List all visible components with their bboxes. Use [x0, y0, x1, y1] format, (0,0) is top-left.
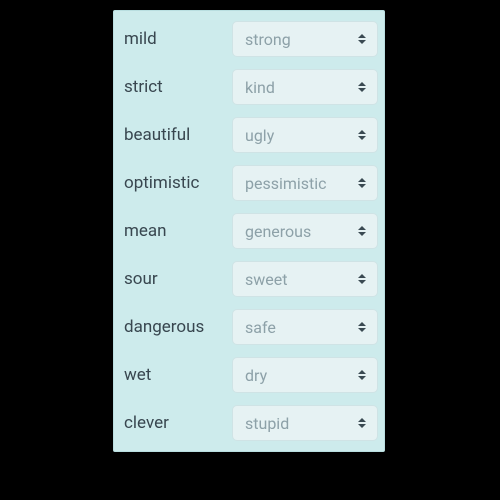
pair-row: clever stupid: [120, 399, 378, 447]
answer-value: safe: [245, 318, 276, 337]
word-label: mean: [120, 221, 232, 241]
answer-select[interactable]: sweet: [232, 261, 378, 297]
pair-row: sour sweet: [120, 255, 378, 303]
answer-select[interactable]: generous: [232, 213, 378, 249]
answer-select[interactable]: kind: [232, 69, 378, 105]
antonym-panel: mild strong strict kind beautiful ugly o…: [113, 10, 385, 452]
chevron-updown-icon: [357, 272, 367, 286]
chevron-updown-icon: [357, 128, 367, 142]
answer-value: strong: [245, 30, 291, 49]
answer-value: ugly: [245, 126, 274, 145]
answer-value: kind: [245, 78, 275, 97]
pair-row: beautiful ugly: [120, 111, 378, 159]
chevron-updown-icon: [357, 368, 367, 382]
chevron-updown-icon: [357, 32, 367, 46]
word-label: clever: [120, 413, 232, 433]
pair-row: strict kind: [120, 63, 378, 111]
chevron-updown-icon: [357, 320, 367, 334]
chevron-updown-icon: [357, 176, 367, 190]
answer-select[interactable]: ugly: [232, 117, 378, 153]
answer-select[interactable]: dry: [232, 357, 378, 393]
answer-select[interactable]: stupid: [232, 405, 378, 441]
answer-value: generous: [245, 222, 311, 241]
word-label: optimistic: [120, 173, 232, 193]
word-label: sour: [120, 269, 232, 289]
pair-row: mean generous: [120, 207, 378, 255]
word-label: mild: [120, 29, 232, 49]
chevron-updown-icon: [357, 80, 367, 94]
chevron-updown-icon: [357, 224, 367, 238]
answer-select[interactable]: strong: [232, 21, 378, 57]
word-label: wet: [120, 365, 232, 385]
word-label: dangerous: [120, 317, 232, 337]
pair-row: wet dry: [120, 351, 378, 399]
pair-row: optimistic pessimistic: [120, 159, 378, 207]
answer-select[interactable]: safe: [232, 309, 378, 345]
word-label: beautiful: [120, 125, 232, 145]
answer-value: pessimistic: [245, 174, 327, 193]
word-label: strict: [120, 77, 232, 97]
chevron-updown-icon: [357, 416, 367, 430]
answer-value: sweet: [245, 270, 287, 289]
answer-select[interactable]: pessimistic: [232, 165, 378, 201]
answer-value: stupid: [245, 414, 289, 433]
answer-value: dry: [245, 366, 267, 385]
pair-row: dangerous safe: [120, 303, 378, 351]
pair-row: mild strong: [120, 15, 378, 63]
